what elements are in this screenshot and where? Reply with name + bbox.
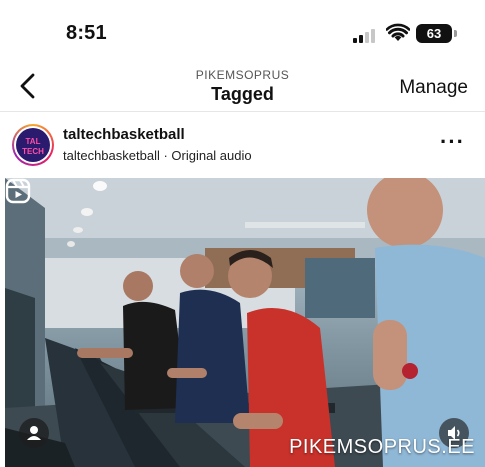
post-username[interactable]: taltechbasketball — [63, 126, 185, 143]
post-header: TAL TECH taltechbasketball taltechbasket… — [0, 113, 485, 177]
status-bar: 8:51 63 — [0, 0, 485, 60]
post-media[interactable]: PIKEMSOPRUS.EE — [5, 178, 485, 467]
watermark-text: PIKEMSOPRUS.EE — [289, 436, 475, 458]
avatar[interactable]: TAL TECH — [12, 124, 54, 166]
wifi-icon — [386, 23, 410, 41]
gym-scene-image — [5, 178, 485, 467]
reel-icon — [5, 178, 31, 204]
manage-button[interactable]: Manage — [399, 77, 468, 99]
user-tag-icon[interactable] — [19, 418, 49, 448]
post-audio-line[interactable]: taltechbasketball · Original audio — [63, 148, 252, 163]
battery-icon: 63 — [416, 24, 452, 43]
avatar-logo: TAL TECH — [16, 128, 50, 162]
signal-icon — [353, 27, 379, 43]
more-icon[interactable]: ··· — [440, 131, 465, 153]
nav-header: PIKEMSOPRUS Tagged Manage — [0, 60, 485, 112]
battery-cap — [454, 30, 457, 37]
status-time: 8:51 — [66, 22, 107, 44]
